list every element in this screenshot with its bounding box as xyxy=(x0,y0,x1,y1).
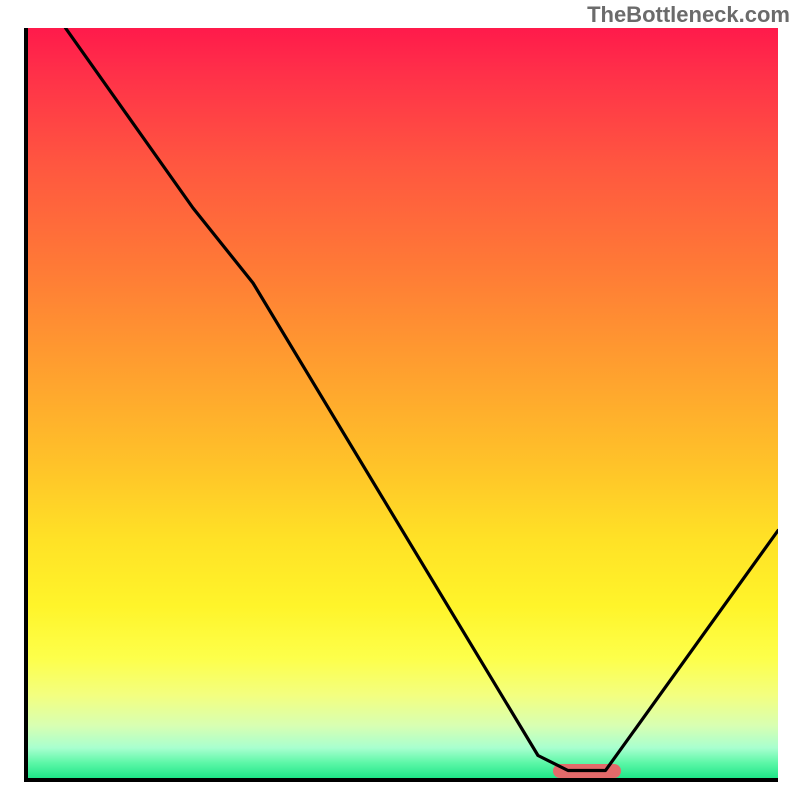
plot-area xyxy=(24,28,778,782)
bottleneck-curve xyxy=(28,28,778,778)
chart-canvas: TheBottleneck.com xyxy=(0,0,800,800)
watermark-text: TheBottleneck.com xyxy=(587,2,790,28)
